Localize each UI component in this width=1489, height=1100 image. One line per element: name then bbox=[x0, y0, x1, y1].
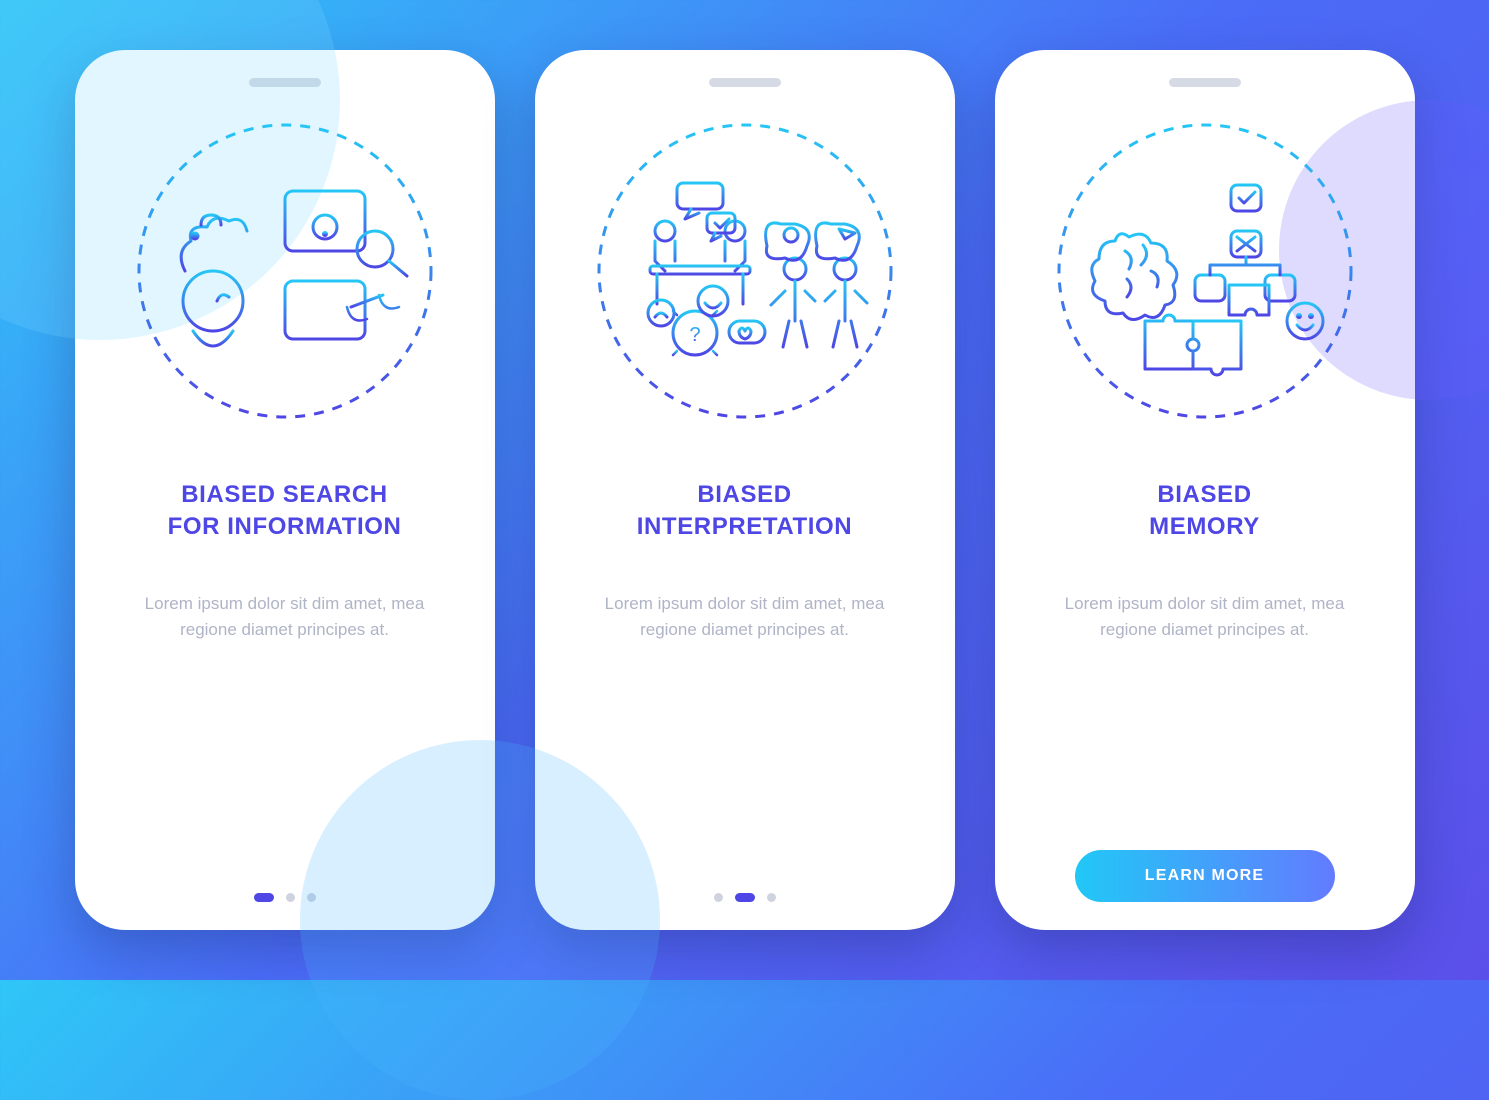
screen-description: Lorem ipsum dolor sit dim amet, mea regi… bbox=[553, 591, 937, 681]
pagination-dot-2[interactable] bbox=[767, 893, 776, 902]
onboarding-screen-3: BIASED MEMORY Lorem ipsum dolor sit dim … bbox=[995, 50, 1415, 930]
screen-description: Lorem ipsum dolor sit dim amet, mea regi… bbox=[93, 591, 477, 681]
screen-title: BIASED INTERPRETATION bbox=[607, 475, 883, 547]
pagination-dot-0[interactable] bbox=[254, 893, 274, 902]
pagination-dot-1[interactable] bbox=[735, 893, 755, 902]
learn-more-button[interactable]: LEARN MORE bbox=[1075, 850, 1335, 902]
memory-icon bbox=[1055, 121, 1355, 421]
pagination-dot-2[interactable] bbox=[307, 893, 316, 902]
onboarding-screen-2: ? BIASED INTERPRETATION Lorem ipsum dolo… bbox=[535, 50, 955, 930]
phone-speaker bbox=[709, 78, 781, 87]
onboarding-screen-1: BIASED SEARCH FOR INFORMATION Lorem ipsu… bbox=[75, 50, 495, 930]
screen-title: BIASED MEMORY bbox=[1119, 475, 1290, 547]
pagination-dots bbox=[714, 893, 776, 902]
screen-title: BIASED SEARCH FOR INFORMATION bbox=[138, 475, 432, 547]
pagination-dot-0[interactable] bbox=[714, 893, 723, 902]
pagination-dots bbox=[254, 893, 316, 902]
interpretation-icon: ? bbox=[595, 121, 895, 421]
phone-speaker bbox=[249, 78, 321, 87]
search-information-icon bbox=[135, 121, 435, 421]
pagination-dot-1[interactable] bbox=[286, 893, 295, 902]
screen-description: Lorem ipsum dolor sit dim amet, mea regi… bbox=[1013, 591, 1397, 681]
svg-text:?: ? bbox=[689, 324, 700, 346]
phone-speaker bbox=[1169, 78, 1241, 87]
